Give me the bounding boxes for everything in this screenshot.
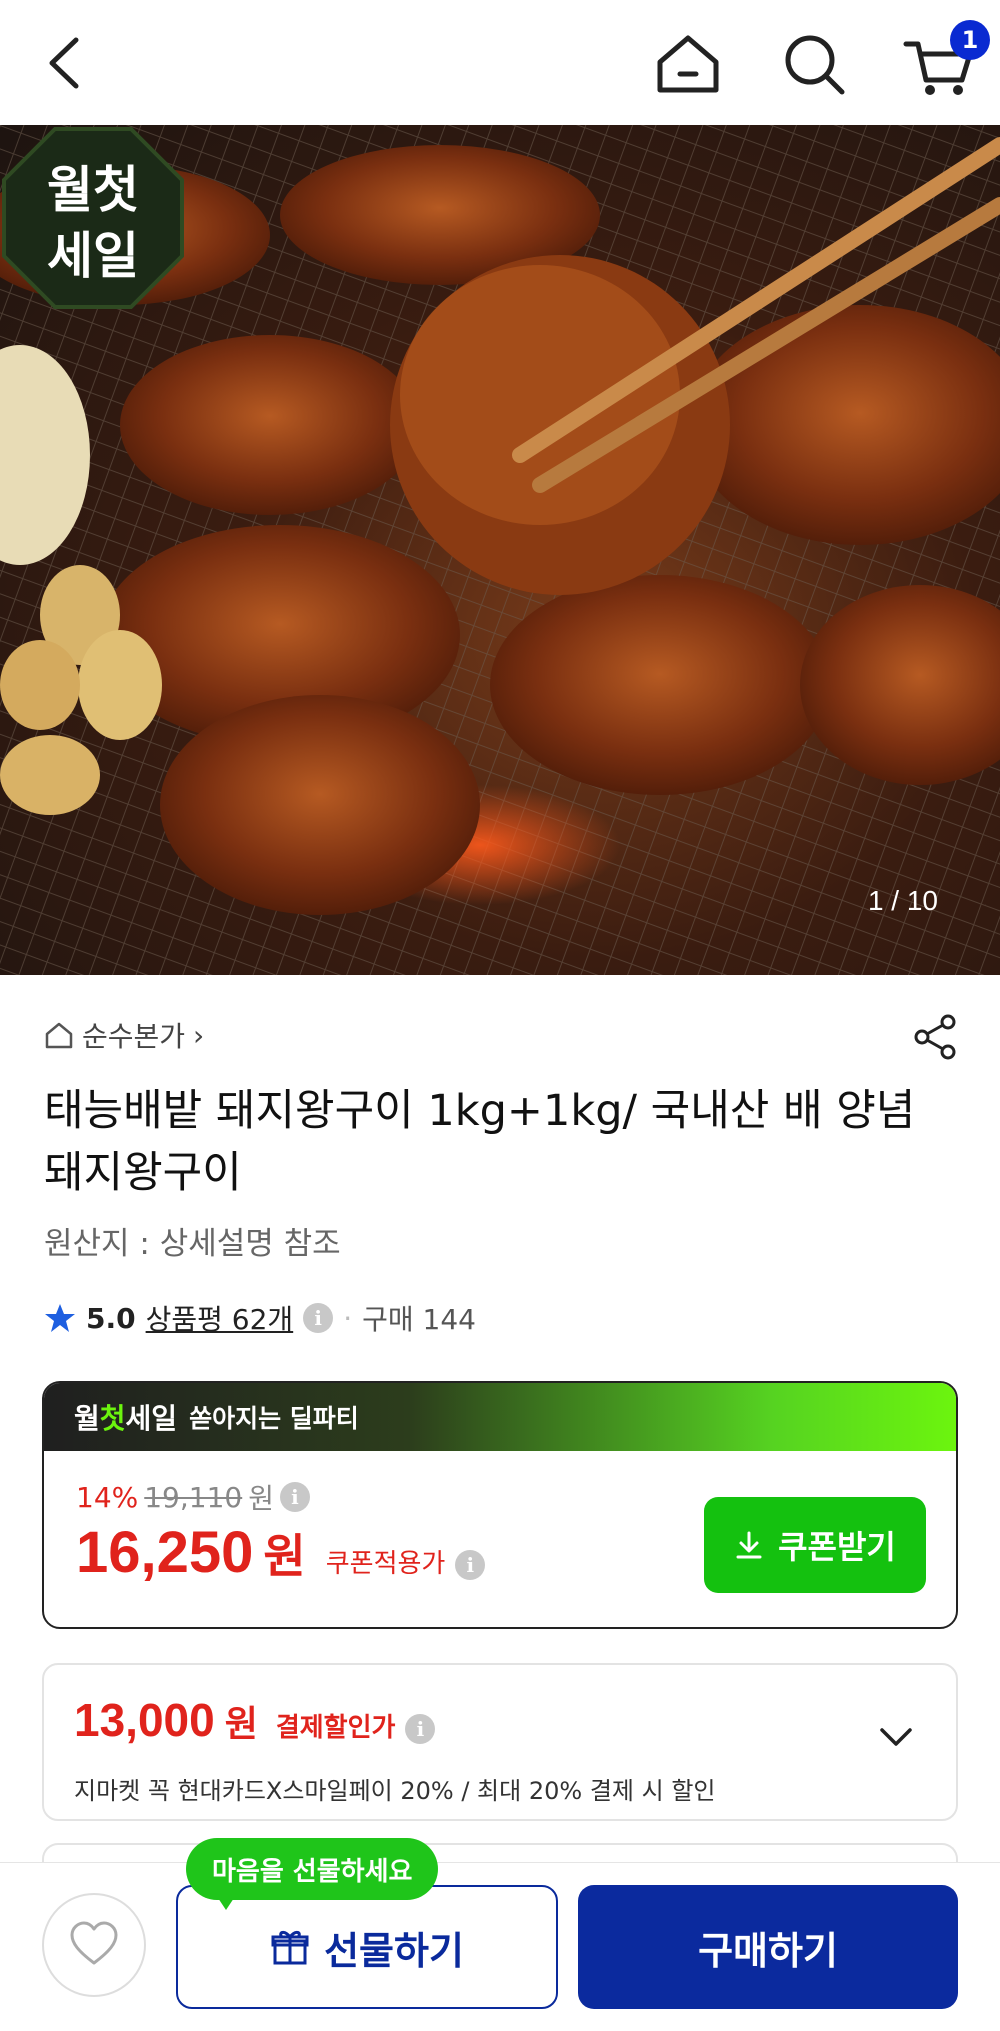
chevron-down-icon[interactable]	[876, 1717, 916, 1757]
deal-banner: 월첫세일 쏟아지는 딜파티	[44, 1383, 956, 1451]
search-icon[interactable]	[778, 28, 850, 100]
chevron-right-icon: ›	[193, 1018, 205, 1052]
product-image[interactable]: 월첫 세일 1 / 10	[0, 125, 1000, 975]
bottom-action-bar: 선물하기 구매하기	[0, 1862, 1000, 2031]
sale-price-line: 16,250 원 쿠폰적용가 i	[76, 1519, 486, 1586]
deal-brand: 월첫세일	[74, 1402, 178, 1435]
wishlist-button[interactable]	[42, 1893, 146, 1997]
discount-line: 14% 19,110 원 i	[76, 1477, 310, 1517]
payment-price-row: 13,000 원 결제할인가 i	[74, 1693, 436, 1747]
tooltip-tail	[214, 1892, 238, 1910]
coupon-price-label: 쿠폰적용가	[325, 1549, 446, 1579]
info-icon[interactable]: i	[455, 1550, 486, 1580]
purchase-count: 구매 144	[362, 1303, 476, 1336]
payment-price: 13,000	[74, 1694, 215, 1746]
gift-icon	[271, 1930, 309, 1965]
separator-dot: ·	[343, 1301, 353, 1335]
seller-name: 순수본가	[82, 1020, 186, 1053]
image-page-counter: 1 / 10	[867, 885, 938, 916]
cart-count-badge: 1	[950, 20, 990, 60]
chevron-left-icon[interactable]	[40, 28, 90, 98]
share-icon[interactable]	[910, 1012, 960, 1062]
payment-price-label: 결제할인가	[275, 1713, 396, 1743]
origin-info: 원산지 : 상세설명 참조	[44, 1226, 341, 1262]
discount-percent: 14%	[76, 1480, 139, 1514]
buy-button[interactable]: 구매하기	[578, 1885, 958, 2009]
deal-subtitle: 쏟아지는 딜파티	[189, 1404, 359, 1433]
svg-text:월첫: 월첫	[47, 161, 139, 219]
rating-score: 5.0	[86, 1301, 136, 1335]
payment-description: 지마켓 꼭 현대카드X스마일페이 20% / 최대 20% 결제 시 할인	[74, 1777, 716, 1805]
heart-icon	[70, 1921, 118, 1965]
store-home-icon	[45, 1022, 73, 1049]
top-bar: 1	[0, 0, 1000, 125]
original-price: 19,110	[144, 1480, 243, 1514]
info-icon[interactable]: i	[303, 1303, 334, 1333]
review-link[interactable]: 상품평 62개	[146, 1298, 294, 1338]
get-coupon-button[interactable]: 쿠폰받기	[704, 1497, 926, 1593]
sale-price: 16,250	[76, 1520, 254, 1585]
seller-link[interactable]: 순수본가 ›	[44, 1015, 204, 1055]
svg-text:세일: 세일	[47, 227, 139, 285]
star-icon	[45, 1304, 75, 1332]
home-icon[interactable]	[652, 28, 724, 100]
gift-tooltip: 마음을 선물하세요	[186, 1838, 439, 1900]
monthly-sale-badge: 월첫 세일	[2, 127, 184, 309]
info-icon[interactable]: i	[405, 1714, 436, 1744]
rating-row: 5.0 상품평 62개 i · 구매 144	[44, 1298, 476, 1338]
download-icon	[736, 1531, 762, 1559]
info-icon[interactable]: i	[279, 1482, 310, 1512]
product-title: 태능배밭 돼지왕구이 1kg+1kg/ 국내산 배 양념 돼지왕구이	[44, 1086, 916, 1198]
deal-card: 월첫세일 쏟아지는 딜파티 14% 19,110 원 i 16,250 원 쿠폰적용…	[42, 1381, 958, 1629]
payment-discount-card[interactable]: 13,000 원 결제할인가 i 지마켓 꼭 현대카드X스마일페이 20% / 최…	[42, 1663, 958, 1821]
